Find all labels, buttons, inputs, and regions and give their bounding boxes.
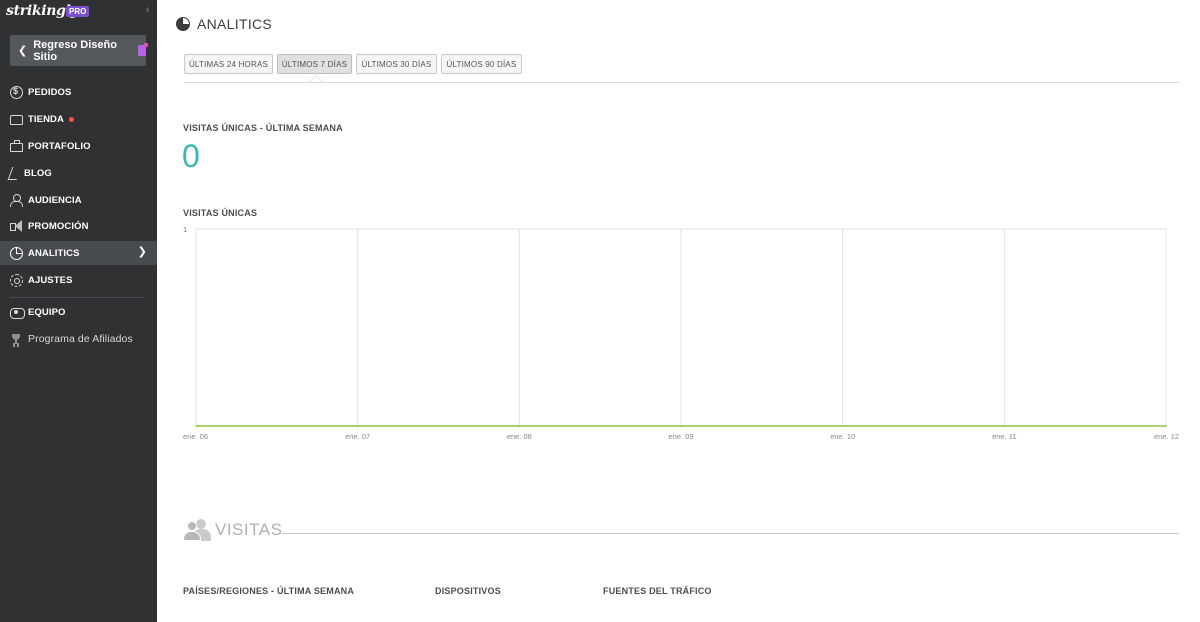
- back-to-site-design-button[interactable]: ❮ Regreso Diseño Sitio: [10, 35, 149, 66]
- sidebar-item-label: AUDIENCIA: [28, 194, 82, 206]
- chart-data-point[interactable]: [841, 425, 844, 427]
- back-button-label: Regreso Diseño Sitio: [33, 38, 117, 63]
- sidebar-item-label: Programa de Afiliados: [28, 333, 133, 345]
- sidebar-item-label: PORTAFOLIO: [28, 140, 91, 152]
- chart-x-tick-label: ene. 07: [345, 432, 370, 441]
- chart-x-tick-label: ene. 09: [668, 432, 693, 441]
- unique-visits-chart-label: VISITAS ÚNICAS: [183, 208, 258, 218]
- chart-data-point[interactable]: [1165, 425, 1167, 427]
- chart-x-tick-label: ene. 08: [507, 432, 532, 441]
- sidebar-item-afiliados[interactable]: Programa de Afiliados: [0, 327, 157, 351]
- sidebar-item-label: EQUIPO: [28, 306, 66, 318]
- user-icon: [10, 193, 23, 207]
- sidebar-item-tienda[interactable]: TIENDA: [0, 107, 157, 131]
- visitas-section-header: VISITAS: [183, 519, 282, 541]
- people-icon: [183, 519, 211, 541]
- chevron-left-icon[interactable]: ‹: [146, 4, 150, 16]
- sidebar-item-pedidos[interactable]: PEDIDOS: [0, 80, 157, 104]
- sidebar-item-blog[interactable]: BLOG: [0, 161, 157, 185]
- unique-visits-chart: 1 ene. 06 ene. 07 ene. 08 ene. 09 ene. 10 ene…: [183, 225, 1179, 441]
- chart-data-point[interactable]: [680, 425, 682, 427]
- portfolio-icon: [10, 140, 23, 152]
- notification-dot: [68, 116, 74, 122]
- trophy-icon: [10, 333, 23, 346]
- sidebar-item-promocion[interactable]: PROMOCIÓN: [0, 214, 157, 238]
- chevron-left-icon: ❮: [18, 45, 28, 57]
- tab-last-7-days[interactable]: ÚLTIMOS 7 DÍAS: [277, 54, 352, 74]
- sidebar-divider: [10, 297, 145, 298]
- traffic-sources-label: FUENTES DEL TRÁFICO: [603, 586, 712, 596]
- store-icon: [10, 115, 23, 125]
- sidebar-item-portafolio[interactable]: PORTAFOLIO: [0, 134, 157, 158]
- sidebar-item-ajustes[interactable]: AJUSTES: [0, 268, 157, 292]
- chart-data-point[interactable]: [356, 425, 359, 427]
- time-range-tabs: ÚLTIMAS 24 HORAS ÚLTIMOS 7 DÍAS ÚLTIMOS …: [184, 54, 526, 74]
- sidebar-item-label: PEDIDOS: [28, 86, 72, 98]
- tab-last-24-hours[interactable]: ÚLTIMAS 24 HORAS: [184, 54, 273, 74]
- sidebar-item-label: BLOG: [24, 167, 52, 179]
- sidebar-item-label: AJUSTES: [28, 274, 73, 286]
- chart-x-tick-label: ene. 10: [830, 432, 855, 441]
- sidebar-item-analitics[interactable]: ANALITICS ❯: [0, 241, 157, 265]
- sidebar-item-label: ANALITICS: [28, 247, 80, 259]
- page-title: ANALITICS: [176, 16, 272, 32]
- chart-data-point[interactable]: [195, 425, 197, 427]
- chart-x-tick-label: ene. 06: [183, 432, 208, 441]
- pie-chart-icon: [176, 17, 190, 31]
- team-icon: [10, 306, 25, 319]
- chevron-right-icon: ❯: [137, 246, 147, 258]
- devices-label: DISPOSITIVOS: [435, 586, 501, 596]
- visitas-title: VISITAS: [215, 520, 283, 539]
- chart-data-point[interactable]: [1003, 425, 1006, 427]
- page-title-text: ANALITICS: [197, 16, 273, 32]
- active-tab-pointer: [309, 75, 323, 82]
- pen-icon: [7, 166, 22, 180]
- tab-last-90-days[interactable]: ÚLTIMOS 90 DÍAS: [441, 54, 522, 74]
- chart-x-tick-label: ene. 12: [1154, 432, 1179, 441]
- visitas-divider: [282, 533, 1179, 534]
- tabs-divider: [184, 82, 1179, 83]
- dollar-circle-icon: [10, 85, 23, 99]
- sidebar-item-audiencia[interactable]: AUDIENCIA: [0, 188, 157, 212]
- pro-badge: PRO: [66, 6, 90, 17]
- chart-data-point[interactable]: [518, 425, 521, 427]
- sidebar-item-label: TIENDA: [28, 113, 64, 125]
- chart-y-tick-label: 1: [183, 225, 187, 234]
- sidebar-item-label: PROMOCIÓN: [28, 220, 89, 232]
- pie-chart-icon: [10, 246, 23, 260]
- unique-visits-week-label: VISITAS ÚNICAS - ÚLTIMA SEMANA: [183, 123, 343, 133]
- site-doc-icon: [137, 43, 149, 56]
- gear-icon: [10, 273, 23, 287]
- sidebar-item-equipo[interactable]: EQUIPO: [0, 300, 157, 324]
- chart-x-tick-label: ene. 11: [992, 432, 1016, 441]
- tab-last-30-days[interactable]: ÚLTIMOS 30 DÍAS: [356, 54, 437, 74]
- countries-regions-label: PAÍSES/REGIONES - ÚLTIMA SEMANA: [183, 586, 355, 596]
- sidebar: strikingly PRO ‹ ❮ Regreso Diseño Sitio …: [0, 0, 157, 622]
- megaphone-icon: [10, 219, 23, 233]
- unique-visits-value: 0: [182, 138, 200, 174]
